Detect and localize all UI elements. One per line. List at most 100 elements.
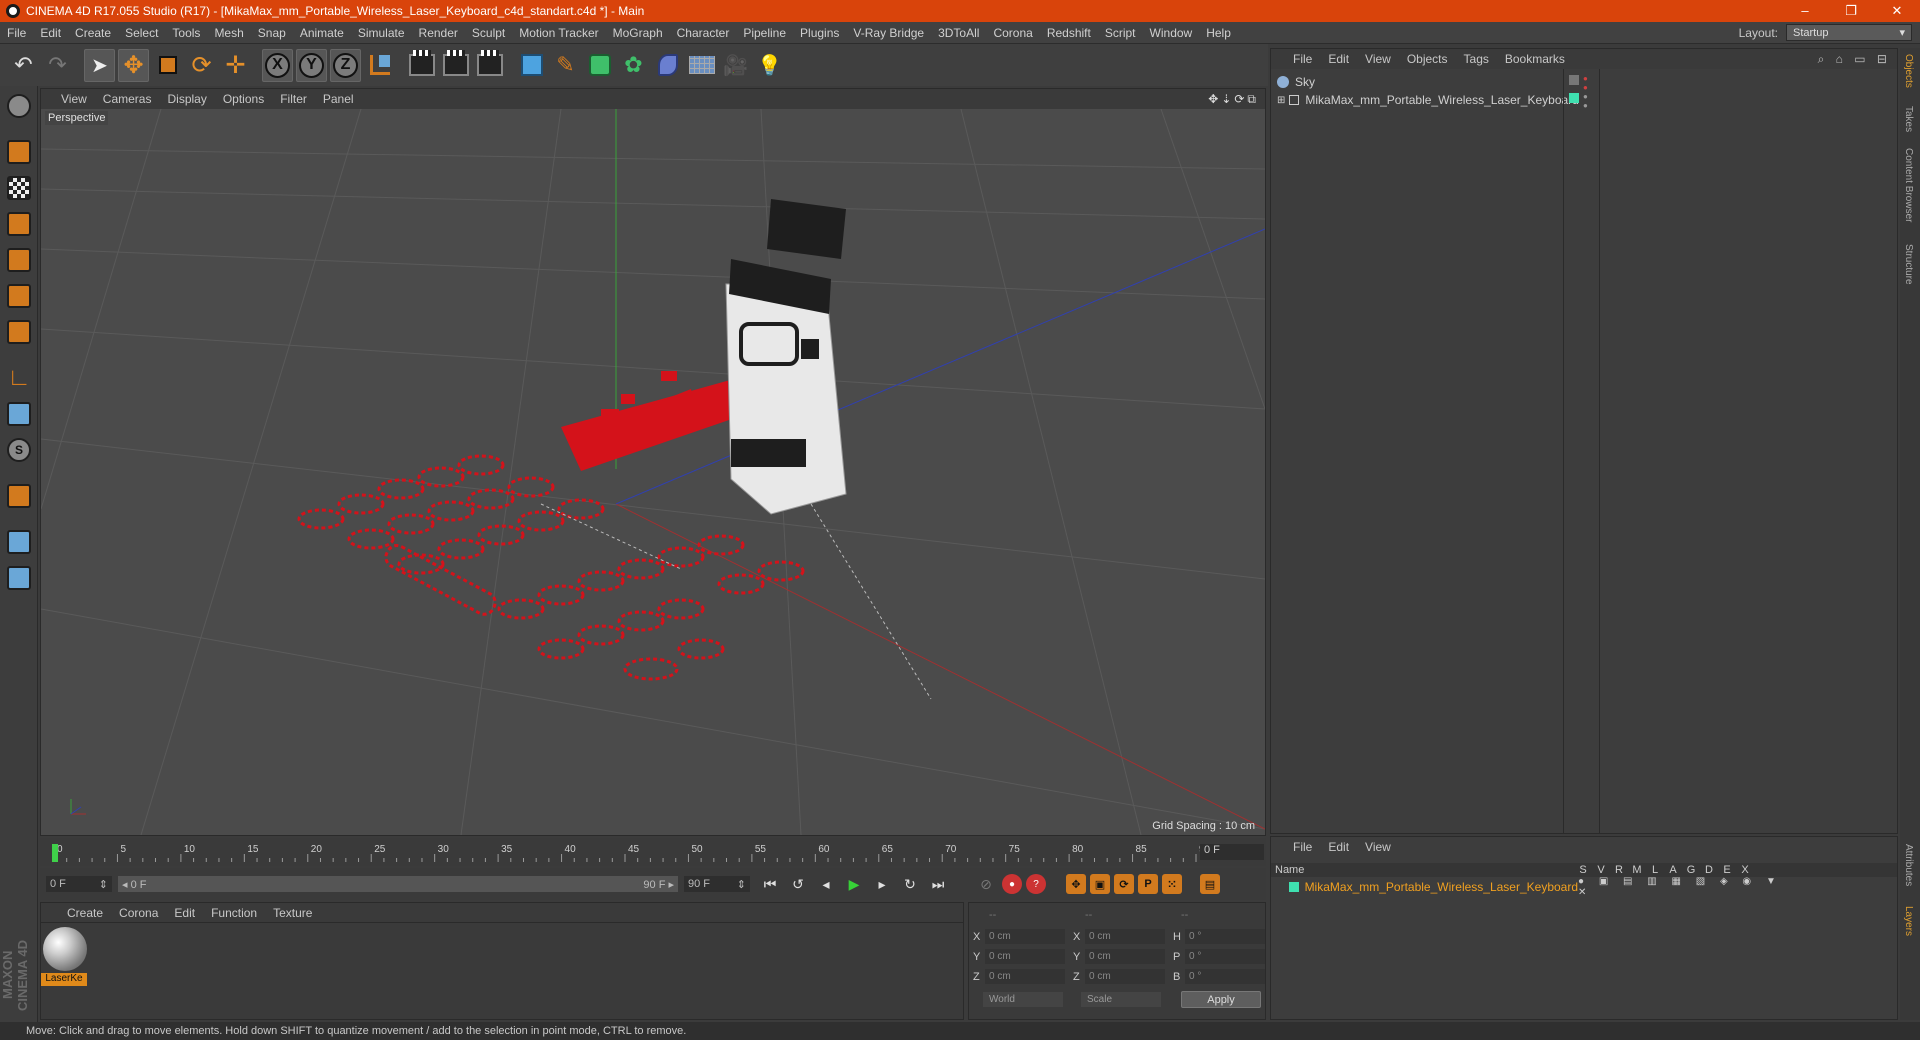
current-frame-field[interactable]: 0 F [1200,844,1264,860]
rotation-p-field[interactable]: 0 ° [1185,949,1265,964]
menu-select[interactable]: Select [118,26,165,40]
layer-flag-r[interactable]: R [1610,864,1628,876]
menu-edit[interactable]: Edit [33,26,68,40]
add-spline-button[interactable]: ✎ [550,49,581,82]
planar-workplane-button[interactable] [3,562,35,594]
menu-3dtoall[interactable]: 3DToAll [931,26,986,40]
layer-flag-e[interactable]: E [1718,864,1736,876]
material-menu-create[interactable]: Create [59,906,111,920]
tab-structure[interactable]: Structure [1903,244,1914,285]
add-deformer-button[interactable] [652,49,683,82]
tweak-mode-button[interactable] [3,398,35,430]
autokeying-button[interactable]: ? [1026,874,1046,894]
go-to-prev-key-button[interactable]: ↺ [786,872,810,896]
add-array-button[interactable]: ✿ [618,49,649,82]
menu-tools[interactable]: Tools [165,26,207,40]
viewport-menu-cameras[interactable]: Cameras [95,92,160,106]
layer-flag-v[interactable]: V [1592,864,1610,876]
preview-range-slider[interactable]: ◂ 0 F 90 F ▸ [118,876,678,892]
make-editable-button[interactable] [3,90,35,122]
go-to-end-button[interactable]: ⏭ [926,872,950,896]
edges-mode-button[interactable] [3,280,35,312]
object-menu-bookmarks[interactable]: Bookmarks [1497,52,1573,66]
material-menu-corona[interactable]: Corona [111,906,166,920]
coordinate-mode-select[interactable]: Scale [1081,992,1161,1007]
layer-row[interactable]: MikaMax_mm_Portable_Wireless_Laser_Keybo… [1275,876,1895,898]
coordinate-system-button[interactable] [364,49,395,82]
object-manager-search-icon[interactable]: ⌕ ⌂ ▭ ⊟ [1818,52,1897,67]
object-menu-file[interactable]: File [1285,52,1320,66]
lock-workplane-button[interactable] [3,526,35,558]
layer-flag-d[interactable]: D [1700,864,1718,876]
object-menu-tags[interactable]: Tags [1456,52,1497,66]
position-z-field[interactable]: 0 cm [985,969,1065,984]
timeline-ticks[interactable]: 051015202530354045505560657075808590 [50,842,1211,862]
menu-corona[interactable]: Corona [986,26,1039,40]
layer-flag-x[interactable]: X [1736,864,1754,876]
object-row-keyboard[interactable]: ⊞ MikaMax_mm_Portable_Wireless_Laser_Key… [1277,91,1579,109]
material-menu-texture[interactable]: Texture [265,906,320,920]
viewport-menu-view[interactable]: View [53,92,95,106]
position-x-field[interactable]: 0 cm [985,929,1065,944]
texture-mode-button[interactable] [3,172,35,204]
menu-plugins[interactable]: Plugins [793,26,846,40]
layer-flag-s[interactable]: S [1574,864,1592,876]
viewport-navigation-icons[interactable]: ✥⇣⟳⧉ [1208,92,1265,107]
key-rotation-button[interactable]: ⟳ [1114,874,1134,894]
object-menu-edit[interactable]: Edit [1320,52,1357,66]
workplane-mode-button[interactable] [3,208,35,240]
viewport-menu-options[interactable]: Options [215,92,272,106]
y-axis-lock-button[interactable]: Y [296,48,327,82]
menu-mesh[interactable]: Mesh [207,26,250,40]
size-y-field[interactable]: 0 cm [1085,949,1165,964]
scale-tool-button[interactable] [152,49,183,82]
material-preview-sphere[interactable] [43,927,87,971]
object-row-sky[interactable]: Sky [1277,73,1315,91]
close-button[interactable]: ✕ [1874,3,1920,19]
expand-toggle-icon[interactable]: ⊞ [1277,95,1285,106]
coordinate-space-select[interactable]: World [983,992,1063,1007]
menu-mograph[interactable]: MoGraph [606,26,670,40]
solo-mode-button[interactable]: S [3,434,35,466]
tab-layers[interactable]: Layers [1903,906,1914,936]
menu-create[interactable]: Create [68,26,118,40]
menu-script[interactable]: Script [1098,26,1143,40]
position-y-field[interactable]: 0 cm [985,949,1065,964]
key-point-level-button[interactable]: ⁙ [1162,874,1182,894]
layer-flag-g[interactable]: G [1682,864,1700,876]
model-mode-button[interactable] [3,136,35,168]
minimize-button[interactable]: – [1782,3,1828,19]
z-axis-lock-button[interactable]: Z [330,48,361,82]
viewport-camera-label[interactable]: Perspective [45,111,109,125]
maximize-button[interactable]: ❐ [1828,3,1874,19]
rotation-b-field[interactable]: 0 ° [1185,969,1265,984]
timeline-ruler[interactable]: 051015202530354045505560657075808590 0 F [40,838,1266,866]
add-light-button[interactable]: 💡 [754,49,785,82]
x-axis-lock-button[interactable]: X [262,48,293,82]
redo-button[interactable]: ↷ [42,49,73,82]
apply-button[interactable]: Apply [1181,991,1261,1008]
viewport-menu-panel[interactable]: Panel [315,92,362,106]
menu-snap[interactable]: Snap [251,26,293,40]
sky-visibility-dots[interactable]: ● ● [1583,74,1588,92]
menu-animate[interactable]: Animate [293,26,351,40]
menu-sculpt[interactable]: Sculpt [465,26,512,40]
polygons-mode-button[interactable] [3,316,35,348]
points-mode-button[interactable] [3,244,35,276]
menu-pipeline[interactable]: Pipeline [736,26,793,40]
object-menu-view[interactable]: View [1357,52,1399,66]
tab-content-browser[interactable]: Content Browser [1903,148,1914,222]
live-selection-button[interactable]: ➤ [84,48,115,82]
end-frame-field[interactable]: 90 F ⇕ [684,876,750,892]
layer-menu-edit[interactable]: Edit [1320,840,1357,854]
go-to-start-button[interactable]: ⏮ [758,872,782,896]
viewport-canvas[interactable]: Perspective Grid Spacing : 10 cm [41,109,1265,835]
axis-mode-button[interactable]: ∟ [3,362,35,394]
menu-file[interactable]: File [0,26,33,40]
record-keys-disabled-button[interactable]: ⊘ [974,872,998,896]
menu-render[interactable]: Render [412,26,465,40]
prev-frame-button[interactable]: ◂ [814,872,838,896]
layer-menu-view[interactable]: View [1357,840,1399,854]
tab-objects[interactable]: Objects [1903,54,1914,88]
menu-motion-tracker[interactable]: Motion Tracker [512,26,605,40]
